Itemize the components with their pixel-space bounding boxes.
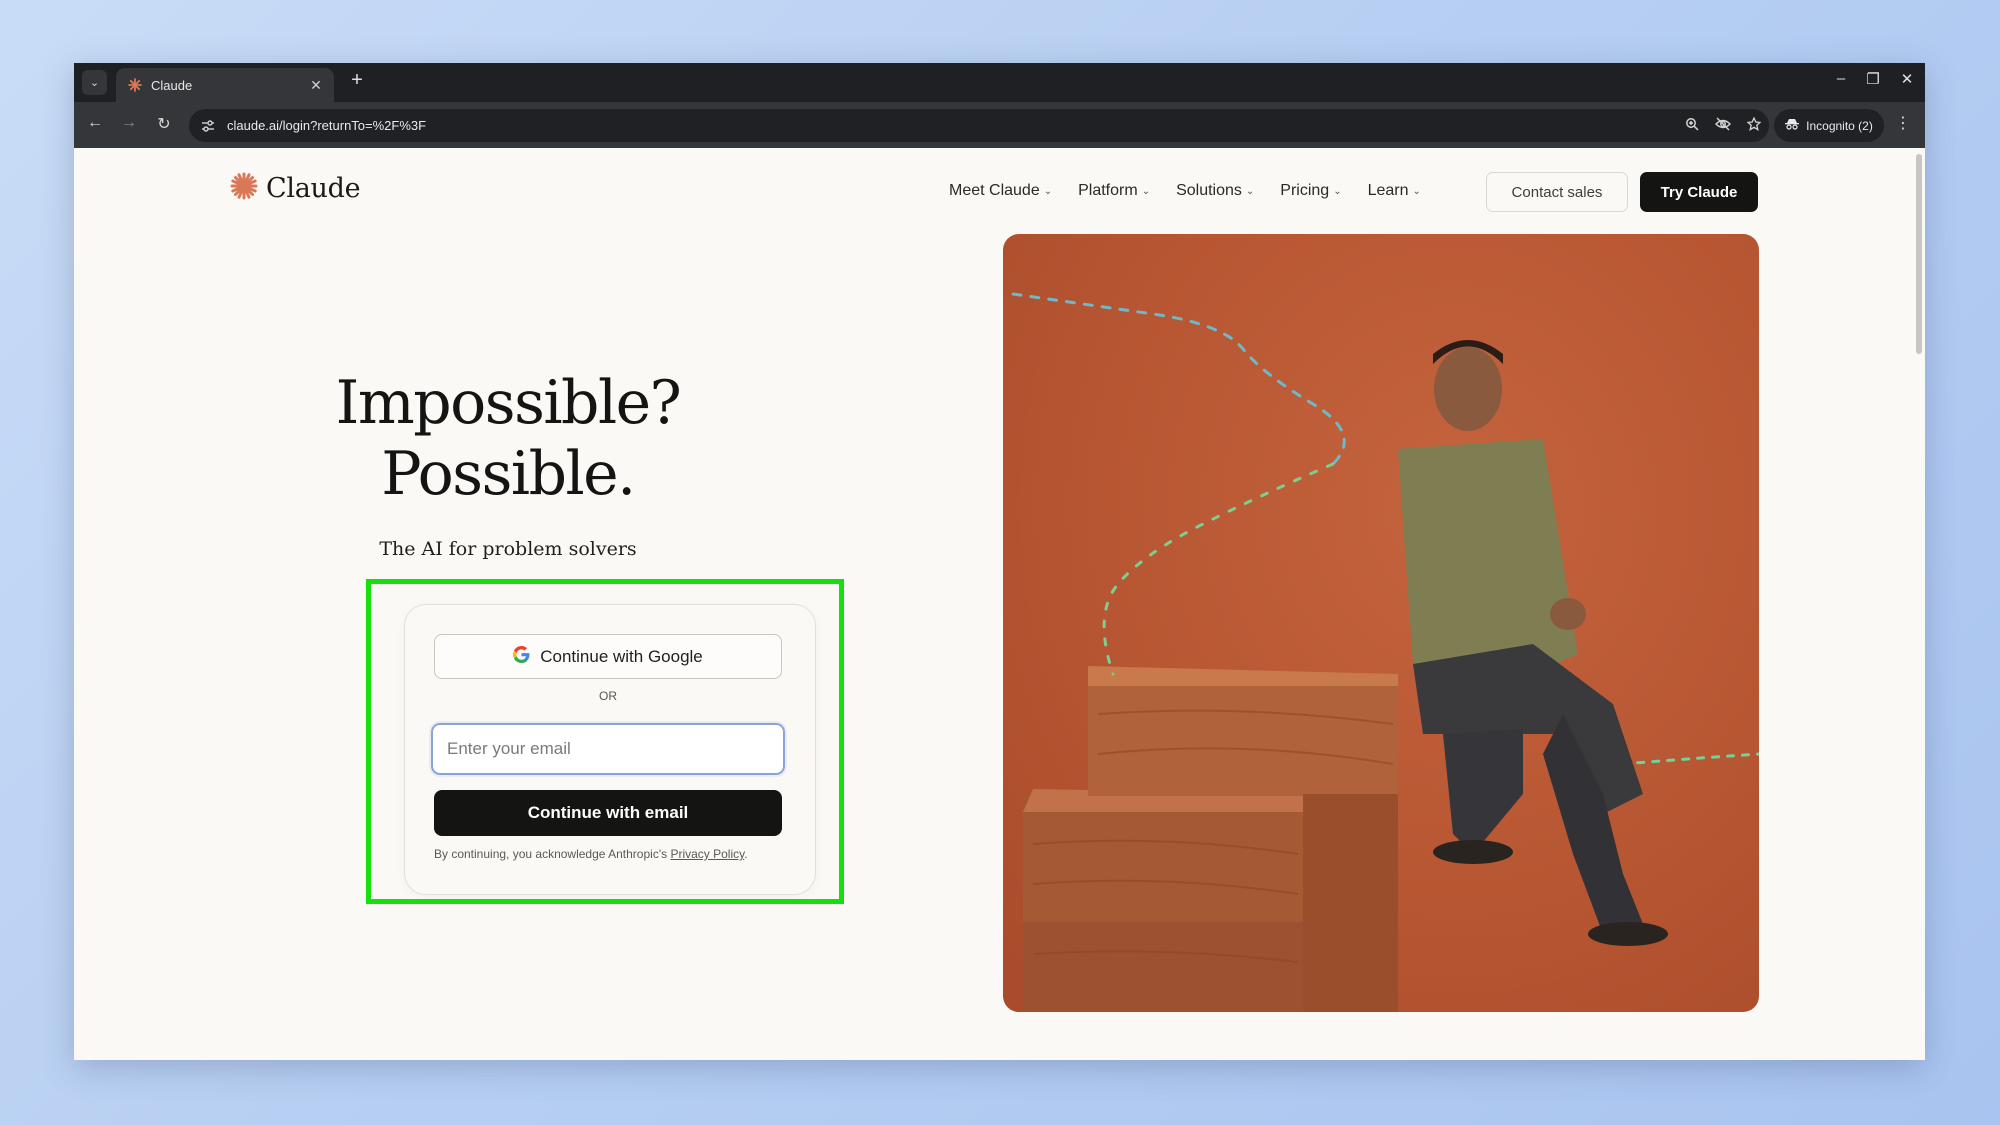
continue-with-email-button[interactable]: Continue with email bbox=[434, 790, 782, 836]
restore-icon[interactable]: ❐ bbox=[1858, 70, 1888, 88]
forward-icon[interactable]: → bbox=[118, 114, 140, 132]
tab-title: Claude bbox=[151, 77, 193, 93]
back-icon[interactable]: ← bbox=[84, 114, 106, 132]
tab-close-icon[interactable]: ✕ bbox=[306, 77, 326, 94]
chevron-down-icon: ⌄ bbox=[1141, 185, 1151, 197]
tab-strip: ⌄ Claude ✕ + – ❐ ✕ bbox=[74, 63, 1925, 102]
page-content: Claude Meet Claude ⌄ Platform ⌄ Solutions ⌄… bbox=[74, 148, 1925, 1060]
page-scrollbar[interactable] bbox=[1916, 154, 1922, 354]
nav-solutions[interactable]: Solutions ⌄ bbox=[1176, 182, 1254, 200]
email-input[interactable] bbox=[431, 723, 785, 775]
incognito-label: Incognito (2) bbox=[1806, 118, 1873, 133]
try-claude-button[interactable]: Try Claude bbox=[1640, 172, 1758, 212]
tab-search-button[interactable]: ⌄ bbox=[82, 70, 107, 95]
chevron-down-icon: ⌄ bbox=[1412, 185, 1421, 197]
privacy-policy-link[interactable]: Privacy Policy bbox=[670, 847, 744, 861]
nav-label: Platform bbox=[1078, 182, 1138, 199]
active-tab[interactable]: Claude ✕ bbox=[116, 68, 334, 102]
legal-notice: By continuing, you acknowledge Anthropic… bbox=[434, 847, 794, 861]
hero-title-line2: Possible. bbox=[381, 439, 636, 509]
claude-favicon-icon bbox=[128, 78, 142, 92]
continue-with-google-button[interactable]: Continue with Google bbox=[434, 634, 782, 679]
hero-subtitle: The AI for problem solvers bbox=[379, 538, 637, 560]
claude-spark-icon bbox=[230, 172, 258, 205]
chevron-down-icon: ⌄ bbox=[1043, 185, 1053, 197]
address-bar[interactable]: claude.ai/login?returnTo=%2F%3F bbox=[189, 109, 1769, 142]
chevron-down-icon: ⌄ bbox=[89, 77, 100, 89]
nav-pricing[interactable]: Pricing ⌄ bbox=[1280, 182, 1341, 200]
incognito-indicator[interactable]: Incognito (2) bbox=[1774, 109, 1884, 142]
main-nav: Meet Claude ⌄ Platform ⌄ Solutions ⌄ Pricin… bbox=[949, 182, 1447, 200]
browser-toolbar: ← → ↻ claude.ai/login?returnTo=%2F%3F In… bbox=[74, 102, 1925, 148]
bookmark-star-icon[interactable] bbox=[1738, 116, 1769, 134]
tracking-protection-icon[interactable] bbox=[1707, 117, 1738, 134]
new-tab-button[interactable]: + bbox=[344, 69, 370, 92]
logo-wordmark: Claude bbox=[266, 173, 361, 204]
contact-sales-button[interactable]: Contact sales bbox=[1486, 172, 1628, 212]
hero-title-line1: Impossible? bbox=[335, 368, 682, 438]
nav-label: Meet Claude bbox=[949, 182, 1040, 199]
hero-image bbox=[1003, 234, 1759, 1012]
reload-icon[interactable]: ↻ bbox=[153, 114, 175, 134]
nav-meet-claude[interactable]: Meet Claude ⌄ bbox=[949, 182, 1052, 200]
legal-prefix: By continuing, you acknowledge Anthropic… bbox=[434, 847, 668, 861]
url-text[interactable]: claude.ai/login?returnTo=%2F%3F bbox=[227, 118, 1676, 133]
google-button-label: Continue with Google bbox=[540, 646, 703, 666]
claude-logo[interactable]: Claude bbox=[230, 172, 361, 205]
site-settings-icon[interactable] bbox=[201, 119, 215, 133]
chevron-down-icon: ⌄ bbox=[1245, 185, 1255, 197]
hero-illustration bbox=[1011, 292, 1759, 1012]
nav-label: Learn bbox=[1367, 182, 1409, 199]
chevron-down-icon: ⌄ bbox=[1333, 185, 1342, 197]
incognito-icon bbox=[1785, 118, 1800, 133]
browser-window: ⌄ Claude ✕ + – ❐ ✕ ← → ↻ claude.ai/login… bbox=[74, 63, 1925, 1060]
window-close-icon[interactable]: ✕ bbox=[1892, 70, 1922, 88]
nav-label: Solutions bbox=[1176, 182, 1242, 199]
legal-suffix: . bbox=[744, 847, 748, 861]
nav-label: Pricing bbox=[1280, 182, 1330, 199]
google-icon bbox=[513, 645, 530, 668]
zoom-icon[interactable] bbox=[1676, 117, 1707, 134]
minimize-icon[interactable]: – bbox=[1826, 70, 1856, 87]
or-divider: OR bbox=[599, 689, 617, 703]
browser-menu-icon[interactable]: ⋮ bbox=[1894, 113, 1912, 133]
nav-platform[interactable]: Platform ⌄ bbox=[1078, 182, 1150, 200]
hero-title: Impossible? Possible. bbox=[298, 368, 718, 510]
nav-learn[interactable]: Learn ⌄ bbox=[1368, 182, 1421, 200]
